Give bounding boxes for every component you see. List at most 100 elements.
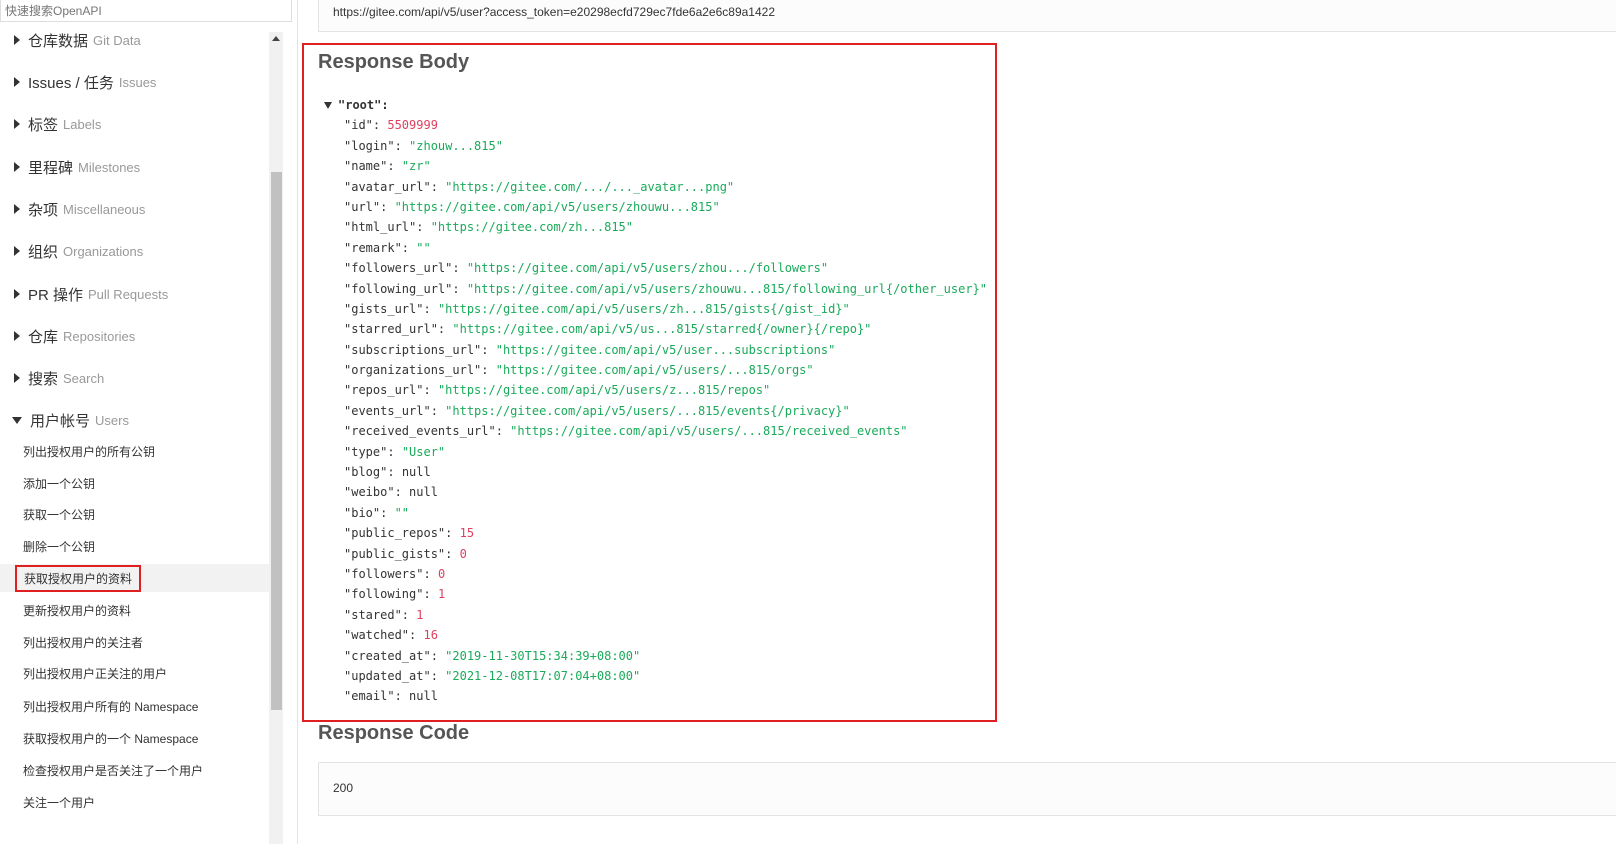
json-field-row: "watched": 16 (322, 625, 987, 645)
json-key: "html_url" (344, 220, 417, 235)
json-value: "2019-11-30T15:34:39+08:00" (445, 648, 641, 663)
json-key: "following_url" (344, 281, 453, 296)
json-colon: : (430, 668, 446, 683)
json-key: "login" (344, 138, 395, 153)
nav-group-search[interactable]: 搜索 Search (0, 363, 278, 393)
nav-group-pull-requests[interactable]: PR 操作 Pull Requests (0, 279, 278, 309)
json-value: "" (394, 505, 410, 520)
json-field-row: "subscriptions_url": "https://gitee.com/… (322, 340, 987, 360)
json-colon: : (481, 342, 496, 357)
json-value: null (401, 465, 431, 480)
nav-item-list-namespaces[interactable]: 列出授权用户所有的 Namespace (0, 692, 278, 720)
json-field-row: "public_repos": 15 (322, 523, 987, 543)
nav-item-follow-user[interactable]: 关注一个用户 (0, 788, 278, 816)
caret-right-icon (14, 77, 20, 87)
json-key: "url" (344, 199, 381, 214)
nav-group-users[interactable]: 用户帐号 Users (0, 405, 278, 435)
json-key: "blog" (344, 465, 388, 480)
json-value: null (409, 485, 438, 500)
json-viewer: "root": "id": 5509999 "login": "zhouw...8… (322, 95, 987, 707)
json-colon: : (481, 363, 496, 378)
main-content: https://gitee.com/api/v5/user?access_tok… (298, 0, 1616, 844)
json-key: "organizations_url" (344, 363, 482, 378)
json-key: "name" (344, 159, 388, 174)
nav-item-list-following[interactable]: 列出授权用户正关注的用户 (0, 659, 278, 687)
json-colon: : (394, 689, 410, 704)
json-field-row: "following_url": "https://gitee.com/api/… (322, 279, 987, 299)
json-field-row: "received_events_url": "https://gitee.co… (322, 421, 987, 441)
json-key: "following" (344, 587, 424, 602)
json-key: "stared" (344, 607, 402, 622)
nav-item-check-following[interactable]: 检查授权用户是否关注了一个用户 (0, 756, 278, 784)
json-field-row: "bio": "" (322, 503, 987, 523)
json-colon: : (387, 465, 402, 480)
json-field-row: "starred_url": "https://gitee.com/api/v5… (322, 319, 987, 339)
json-colon: : (380, 505, 395, 520)
json-value: "https://gitee.com/api/v5/users/zh...815… (437, 301, 850, 316)
json-value: "https://gitee.com/api/v5/users/...815/e… (445, 403, 850, 418)
json-colon: : (437, 322, 453, 337)
nav-group-miscellaneous[interactable]: 杂项 Miscellaneous (0, 194, 278, 224)
nav-item-delete-public-key[interactable]: 删除一个公钥 (0, 532, 278, 560)
nav-item-list-public-keys[interactable]: 列出授权用户的所有公钥 (0, 437, 278, 465)
response-body-title: Response Body (318, 51, 470, 73)
nav-group-git-data[interactable]: 仓库数据 Git Data (0, 26, 278, 55)
caret-right-icon (14, 119, 20, 129)
caret-right-icon (14, 331, 20, 341)
nav-group-labels[interactable]: 标签 Labels (0, 109, 278, 139)
scroll-up-arrow-icon[interactable] (272, 36, 280, 41)
nav-group-repositories[interactable]: 仓库 Repositories (0, 321, 278, 351)
json-key: "remark" (344, 240, 402, 255)
json-colon: : (452, 261, 467, 276)
json-key: "public_repos" (344, 526, 446, 541)
collapse-triangle-icon[interactable] (324, 101, 332, 109)
caret-right-icon (14, 162, 20, 172)
json-key: "email" (344, 689, 395, 704)
json-colon: : (430, 179, 446, 194)
json-field-row: "id": 5509999 (322, 115, 987, 135)
json-key: "followers_url" (344, 261, 453, 276)
json-colon: : (445, 526, 460, 541)
json-field-row: "organizations_url": "https://gitee.com/… (322, 360, 987, 380)
nav-group-organizations[interactable]: 组织 Organizations (0, 236, 278, 266)
json-key: "public_gists" (344, 546, 446, 561)
json-key: "watched" (344, 628, 410, 643)
json-field-row: "repos_url": "https://gitee.com/api/v5/u… (322, 380, 987, 400)
nav-item-get-public-key[interactable]: 获取一个公钥 (0, 500, 278, 528)
json-value: "https://gitee.com/api/v5/users/...815/r… (510, 424, 908, 439)
nav-item-list-followers[interactable]: 列出授权用户的关注者 (0, 628, 278, 656)
json-root-row[interactable]: "root": (322, 95, 987, 115)
json-value: "2021-12-08T17:07:04+08:00" (445, 668, 641, 683)
caret-right-icon (14, 204, 20, 214)
nav-item-get-namespace[interactable]: 获取授权用户的一个 Namespace (0, 724, 278, 752)
scrollbar-thumb[interactable] (271, 172, 282, 710)
json-colon: : (445, 546, 460, 561)
json-field-row: "url": "https://gitee.com/api/v5/users/z… (322, 197, 987, 217)
response-code-value: 200 (318, 762, 1616, 816)
nav-item-update-user-profile[interactable]: 更新授权用户的资料 (0, 596, 278, 624)
json-field-row: "html_url": "https://gitee.com/zh...815" (322, 217, 987, 237)
json-colon: : (423, 383, 438, 398)
caret-down-icon (12, 416, 22, 424)
json-field-row: "weibo": null (322, 482, 987, 502)
nav-item-get-user-profile[interactable]: 获取授权用户的资料 (0, 564, 278, 592)
json-colon: : (380, 199, 395, 214)
nav-item-add-public-key[interactable]: 添加一个公钥 (0, 469, 278, 497)
nav-group-issues[interactable]: Issues / 任务 Issues (0, 67, 278, 97)
json-field-row: "created_at": "2019-11-30T15:34:39+08:00… (322, 646, 987, 666)
json-value: 16 (423, 628, 438, 643)
json-key: "subscriptions_url" (344, 342, 482, 357)
sidebar: 仓库数据Git Data Issues / 任务Issues 标签Labels … (0, 0, 298, 844)
request-url: https://gitee.com/api/v5/user?access_tok… (318, 0, 1616, 32)
api-nav: 仓库数据 Git Data Issues / 任务 Issues 标签 Labels … (0, 26, 278, 844)
response-body-panel: Response Body "root": "id": 5509999 "logi… (302, 43, 997, 722)
json-value: 15 (459, 526, 475, 541)
json-colon: : (401, 607, 417, 622)
json-colon: : (387, 159, 402, 174)
json-value: null (409, 689, 438, 704)
nav-group-milestones[interactable]: 里程碑 Milestones (0, 152, 278, 182)
search-input[interactable] (0, 0, 292, 22)
json-colon: : (430, 403, 446, 418)
json-key: "bio" (344, 505, 381, 520)
json-field-row: "events_url": "https://gitee.com/api/v5/… (322, 401, 987, 421)
